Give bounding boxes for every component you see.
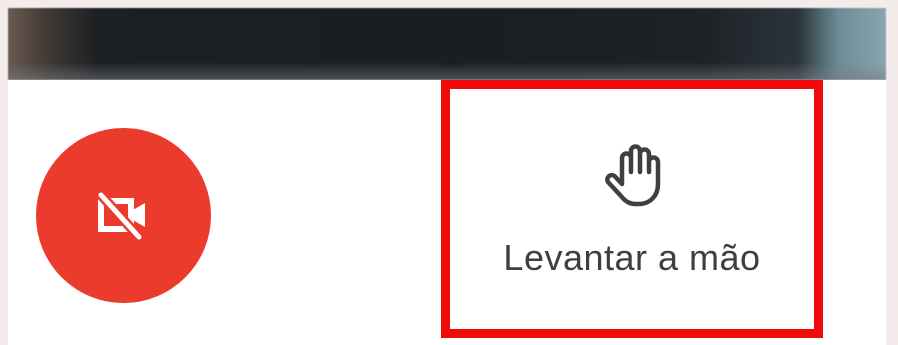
camera-toggle-button[interactable] (36, 128, 211, 303)
screenshot-frame-right (886, 0, 898, 345)
video-preview-strip (8, 8, 886, 80)
screenshot-frame-left (0, 0, 8, 345)
screenshot-frame-top (0, 0, 898, 8)
raise-hand-label: Levantar a mão (503, 237, 761, 278)
raise-hand-button[interactable]: Levantar a mão (441, 80, 823, 338)
hand-icon (602, 142, 666, 208)
video-off-icon (89, 181, 159, 251)
